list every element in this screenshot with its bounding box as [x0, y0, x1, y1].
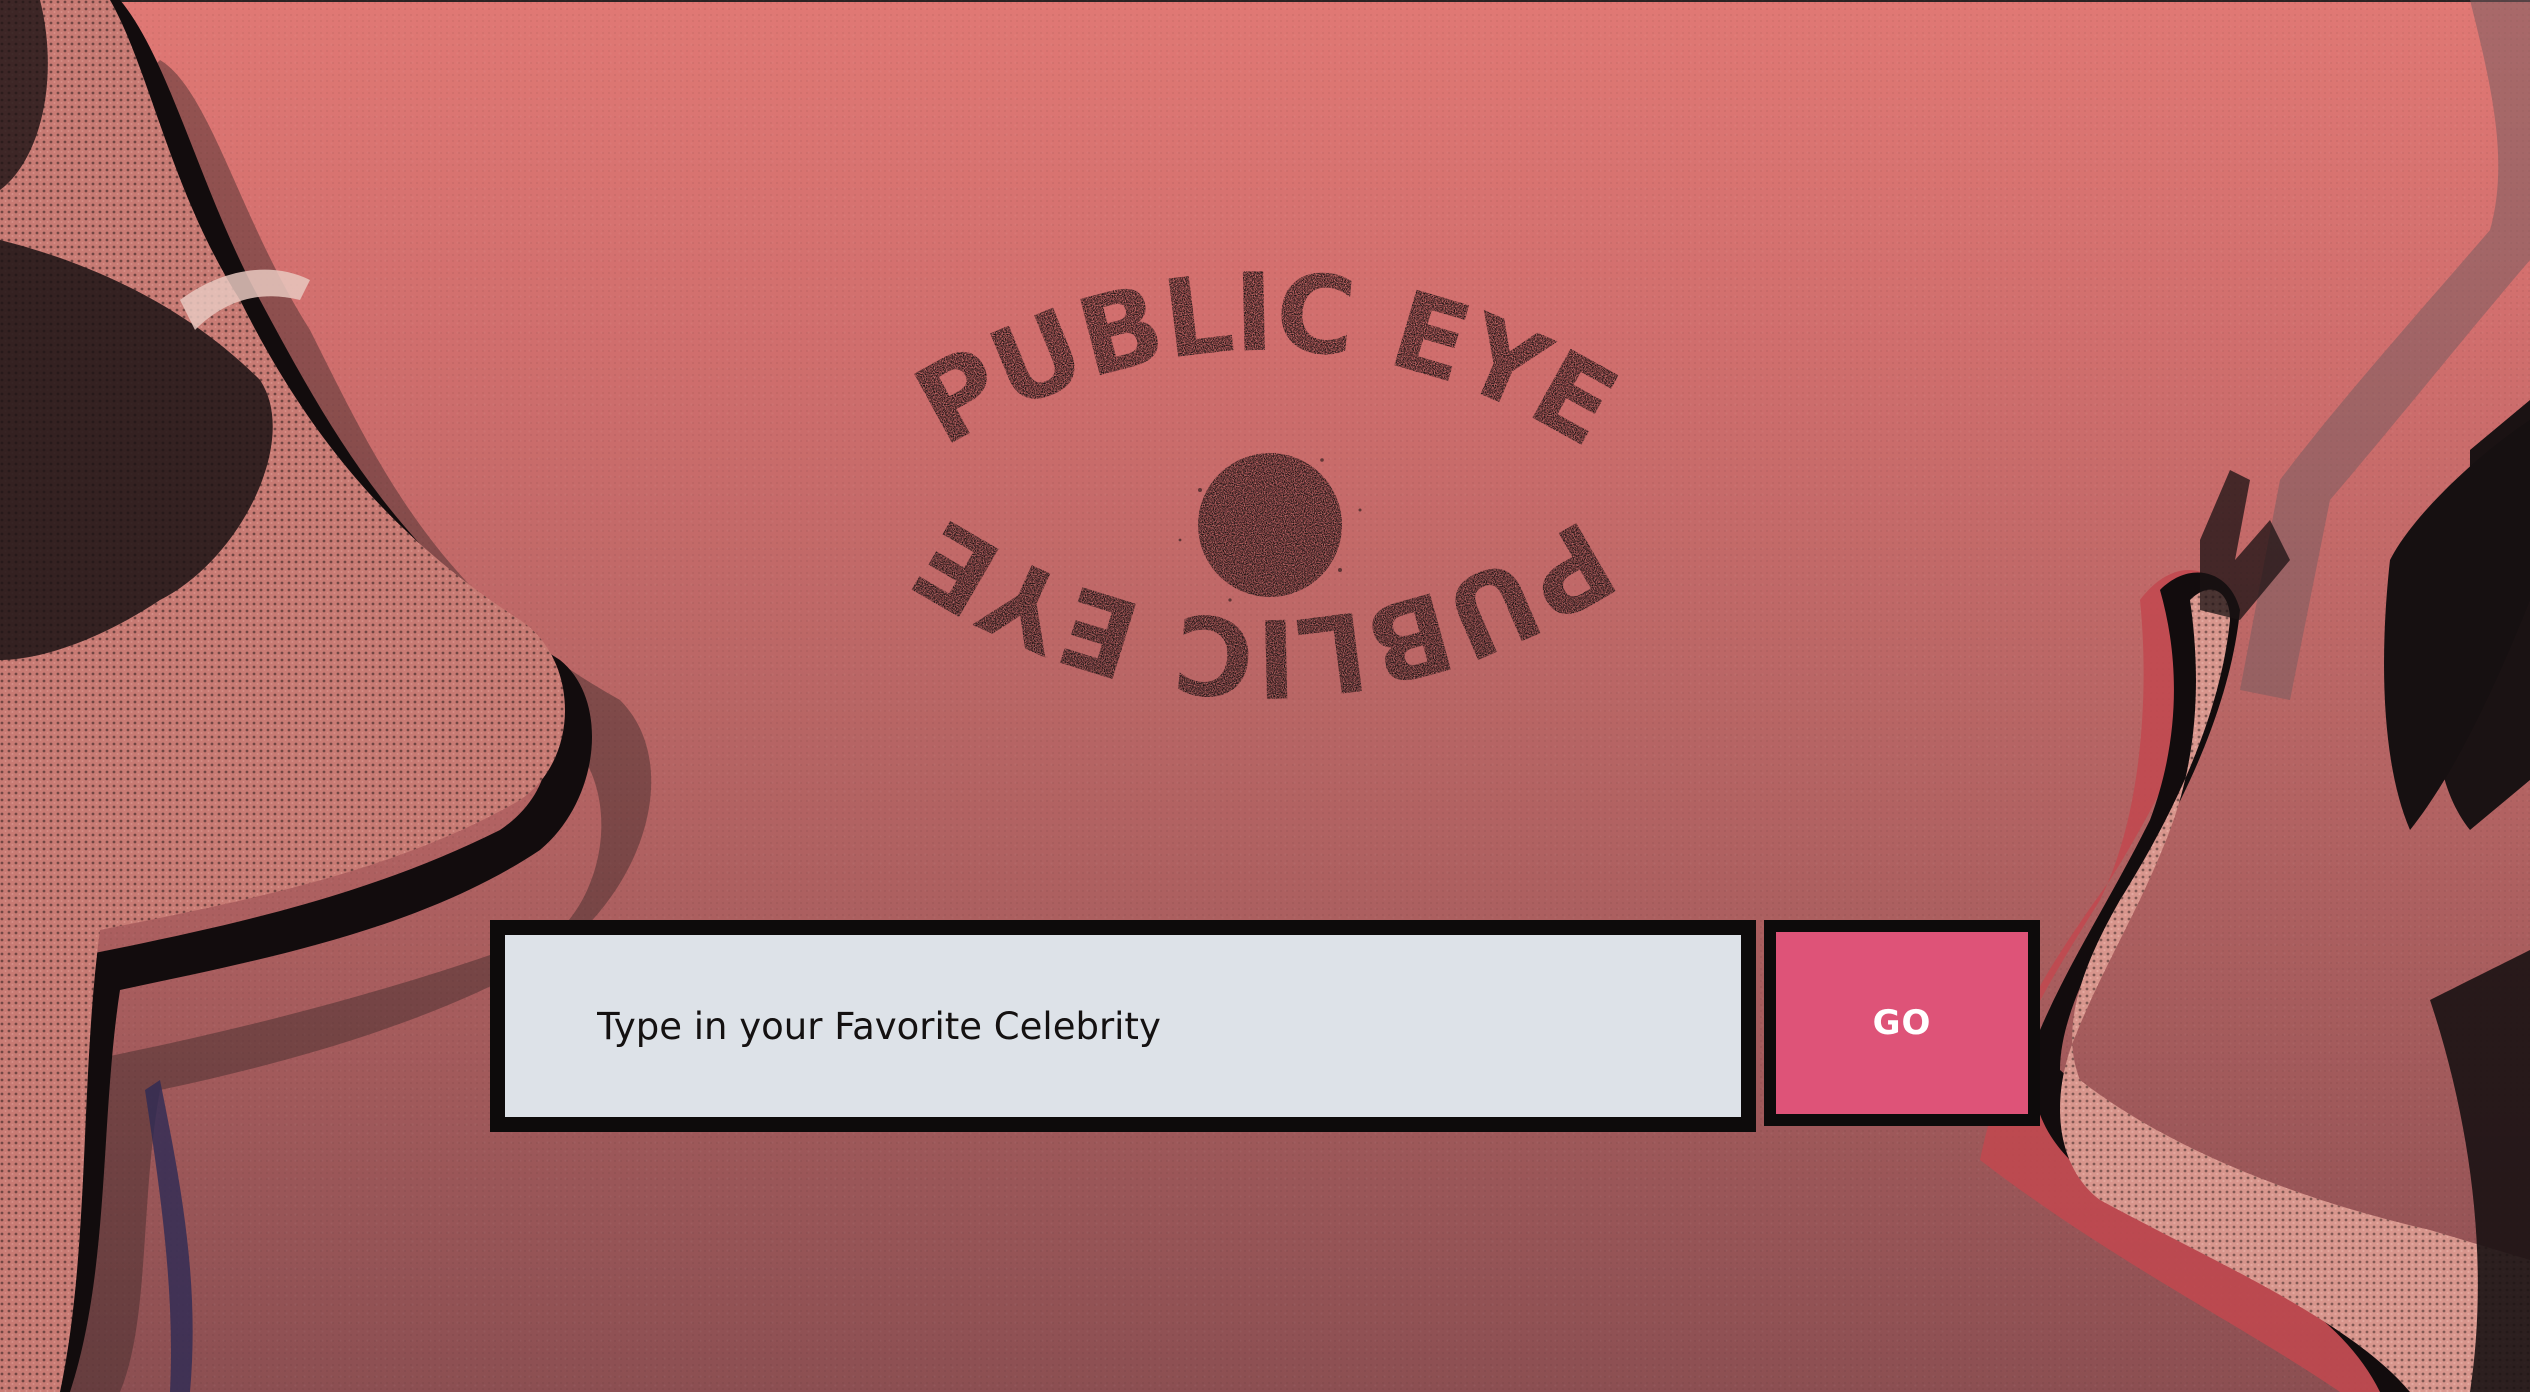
- logo-top-text: PUBLIC EYE: [896, 270, 1635, 470]
- celebrity-photo-left: [0, 0, 652, 1392]
- search-input[interactable]: [505, 935, 1741, 1117]
- eye-logo-icon: PUBLIC EYE PUBLIC EYE: [895, 270, 1636, 720]
- go-button[interactable]: GO: [1764, 920, 2040, 1126]
- eye-pupil-icon: [1198, 453, 1342, 597]
- celebrity-photo-right: [1980, 0, 2530, 1392]
- search-box: [490, 920, 1756, 1132]
